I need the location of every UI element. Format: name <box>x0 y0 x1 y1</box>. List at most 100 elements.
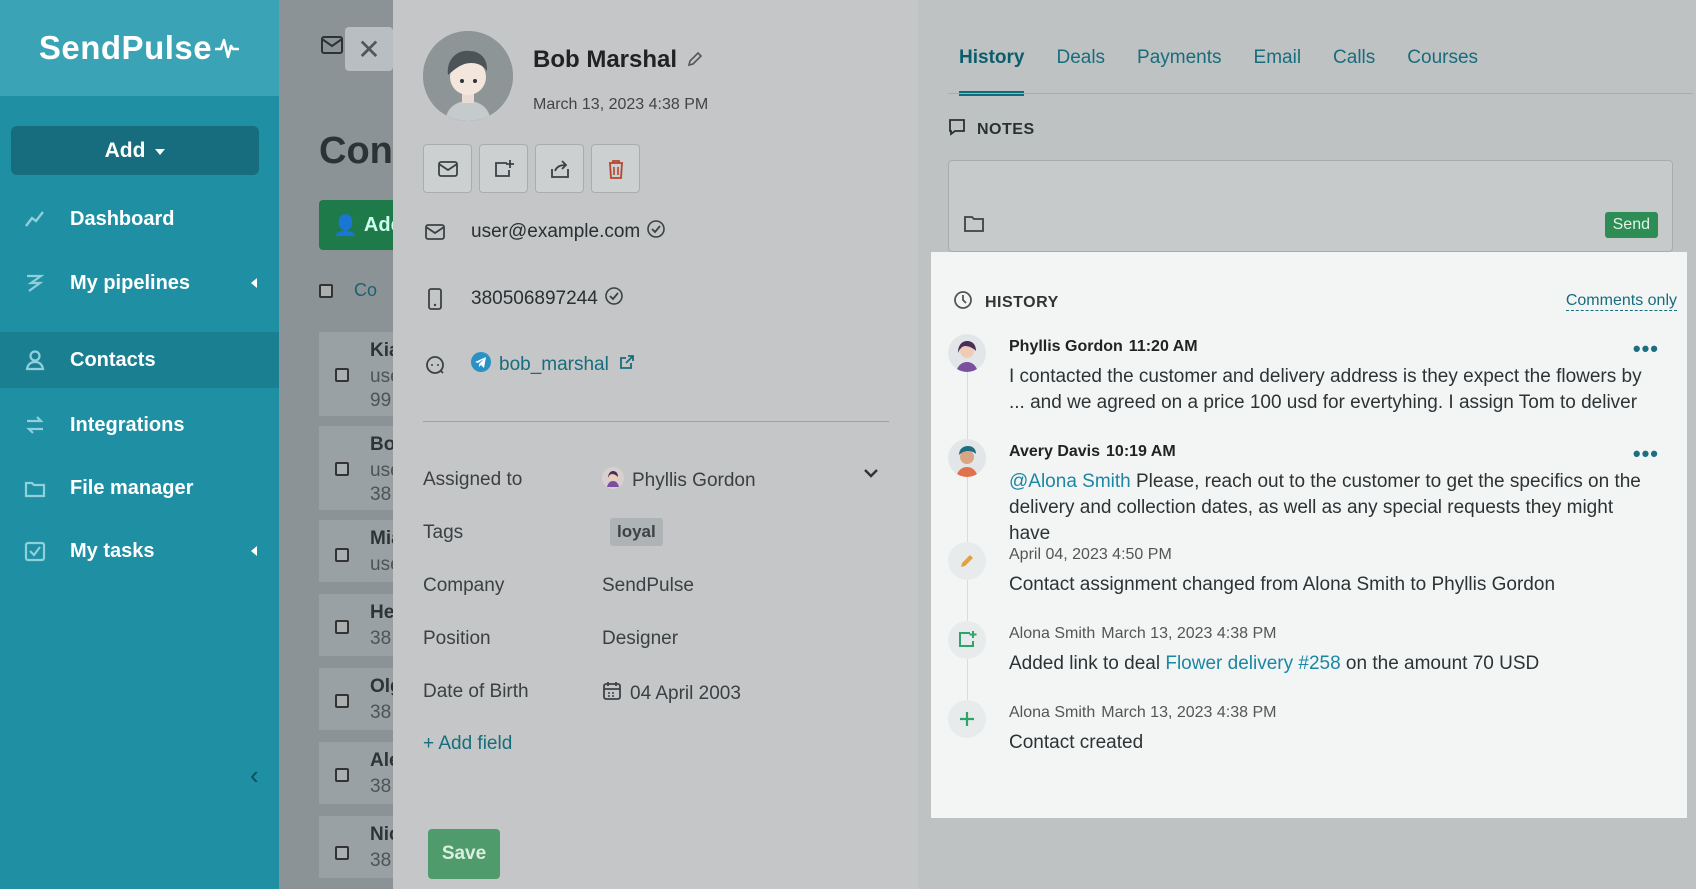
contact-name: Bob Marshal <box>533 46 703 74</box>
company-label: Company <box>423 575 505 596</box>
page-title: Con <box>319 130 393 172</box>
row-checkbox[interactable] <box>335 368 349 382</box>
email-icon <box>437 160 458 177</box>
select-all-checkbox[interactable] <box>319 284 333 299</box>
send-email-button[interactable] <box>423 144 472 193</box>
collapse-sidebar-icon[interactable]: ‹ <box>250 760 259 791</box>
tab-payments[interactable]: Payments <box>1137 47 1221 96</box>
table-row[interactable]: Bo use 38 <box>319 426 401 510</box>
contact-card: Bob Marshal March 13, 2023 4:38 PM user@… <box>393 0 918 889</box>
row-checkbox[interactable] <box>335 768 349 782</box>
plus-icon <box>948 700 986 738</box>
notes-input[interactable]: Send <box>948 160 1673 252</box>
integrations-icon <box>22 412 48 438</box>
add-field-link[interactable]: + Add field <box>423 733 512 755</box>
tags-field[interactable]: loyal <box>610 518 663 546</box>
table-row[interactable]: Kia use 99 <box>319 332 401 416</box>
send-note-button[interactable]: Send <box>1604 212 1658 238</box>
telegram-link[interactable]: bob_marshal <box>499 354 609 376</box>
mention-link[interactable]: @Alona Smith <box>1009 471 1131 492</box>
row-line: 99 <box>370 390 392 411</box>
entry-text-before: Added link to deal <box>1009 653 1166 674</box>
verified-check-icon <box>646 219 666 245</box>
table-row[interactable]: Ale 38 <box>319 742 400 804</box>
row-checkbox[interactable] <box>335 462 349 476</box>
more-options-icon[interactable]: ••• <box>1633 441 1659 467</box>
notes-heading-text: NOTES <box>977 120 1035 138</box>
add-deal-button[interactable] <box>479 144 528 193</box>
divider <box>423 421 889 422</box>
entry-meta: Phyllis Gordon 11:20 AM <box>1009 338 1198 356</box>
chevron-down-icon[interactable] <box>863 465 879 483</box>
avatar <box>423 31 513 121</box>
entry-time: 10:19 AM <box>1106 443 1176 460</box>
sidebar-item-my-tasks[interactable]: My tasks <box>0 523 279 579</box>
entry-text-after: on the amount 70 USD <box>1340 653 1540 674</box>
chart-line-icon <box>22 206 48 232</box>
row-checkbox[interactable] <box>335 548 349 562</box>
comments-only-filter[interactable]: Comments only <box>1565 292 1677 311</box>
contact-name-text: Bob Marshal <box>533 46 678 73</box>
sidebar-item-contacts[interactable]: Contacts <box>0 332 279 388</box>
deal-link[interactable]: Flower delivery #258 <box>1165 653 1340 674</box>
save-button[interactable]: Save <box>428 829 500 879</box>
notes-heading: NOTES <box>948 118 1035 141</box>
timeline-line <box>967 348 968 728</box>
assigned-to-select[interactable]: Phyllis Gordon <box>602 467 756 495</box>
sidebar-item-label: Dashboard <box>70 207 175 230</box>
tasks-icon <box>22 538 48 564</box>
email-value[interactable]: user@example.com <box>471 221 640 243</box>
trash-icon <box>608 159 623 179</box>
company-value[interactable]: SendPulse <box>602 575 694 597</box>
user-avatar-icon <box>948 334 986 372</box>
history-heading-text: HISTORY <box>985 293 1059 311</box>
table-row[interactable]: He 38 <box>319 594 399 656</box>
entry-text: Added link to deal Flower delivery #258 … <box>1009 651 1659 677</box>
tab-courses[interactable]: Courses <box>1407 47 1478 96</box>
more-options-icon[interactable]: ••• <box>1633 336 1659 362</box>
date-of-birth-field[interactable]: 04 April 2003 <box>602 681 741 707</box>
delete-button[interactable] <box>591 144 640 193</box>
clock-icon <box>953 290 973 315</box>
tab-calls[interactable]: Calls <box>1333 47 1375 96</box>
table-row[interactable]: Olg 38 <box>319 668 402 730</box>
sidebar-item-file-manager[interactable]: File manager <box>0 460 279 516</box>
sidebar-item-dashboard[interactable]: Dashboard <box>0 191 279 247</box>
row-line: 38 <box>370 628 392 649</box>
attach-folder-icon[interactable] <box>963 213 985 238</box>
add-contact-button[interactable]: 👤 Add <box>319 200 403 250</box>
add-button[interactable]: Add <box>11 126 259 175</box>
tab-history[interactable]: History <box>959 47 1025 96</box>
table-row[interactable]: Mia use <box>319 520 402 582</box>
deal-link-icon <box>948 621 986 659</box>
sidebar-item-label: File manager <box>70 476 194 499</box>
user-plus-icon: 👤 <box>333 214 358 237</box>
date-of-birth-value: 04 April 2003 <box>630 683 741 704</box>
entry-time: 11:20 AM <box>1128 338 1198 355</box>
user-avatar-icon <box>948 439 986 477</box>
email-icon <box>423 220 447 244</box>
tag-chip[interactable]: loyal <box>610 518 663 546</box>
external-link-icon[interactable] <box>619 354 635 376</box>
entry-author: Avery Davis <box>1009 443 1101 460</box>
entry-time: March 13, 2023 4:38 PM <box>1101 704 1277 721</box>
entry-meta: Avery Davis 10:19 AM <box>1009 443 1176 461</box>
row-line: 38 <box>370 850 392 871</box>
close-icon[interactable]: ✕ <box>345 27 393 71</box>
edit-pencil-icon[interactable] <box>687 46 703 74</box>
sidebar-item-integrations[interactable]: Integrations <box>0 397 279 453</box>
contacts-icon <box>22 347 48 373</box>
phone-value[interactable]: 380506897244 <box>471 288 598 310</box>
row-checkbox[interactable] <box>335 846 349 860</box>
position-value[interactable]: Designer <box>602 628 678 650</box>
row-checkbox[interactable] <box>335 694 349 708</box>
sidebar-item-label: My tasks <box>70 539 155 562</box>
logo[interactable]: SendPulse <box>0 0 279 96</box>
tab-deals[interactable]: Deals <box>1056 47 1105 96</box>
sidebar-item-my-pipelines[interactable]: My pipelines <box>0 255 279 311</box>
tab-email[interactable]: Email <box>1254 47 1302 96</box>
entry-text: I contacted the customer and delivery ad… <box>1009 366 1642 413</box>
share-button[interactable] <box>535 144 584 193</box>
table-row[interactable]: Nic 38 <box>319 816 400 878</box>
row-checkbox[interactable] <box>335 620 349 634</box>
